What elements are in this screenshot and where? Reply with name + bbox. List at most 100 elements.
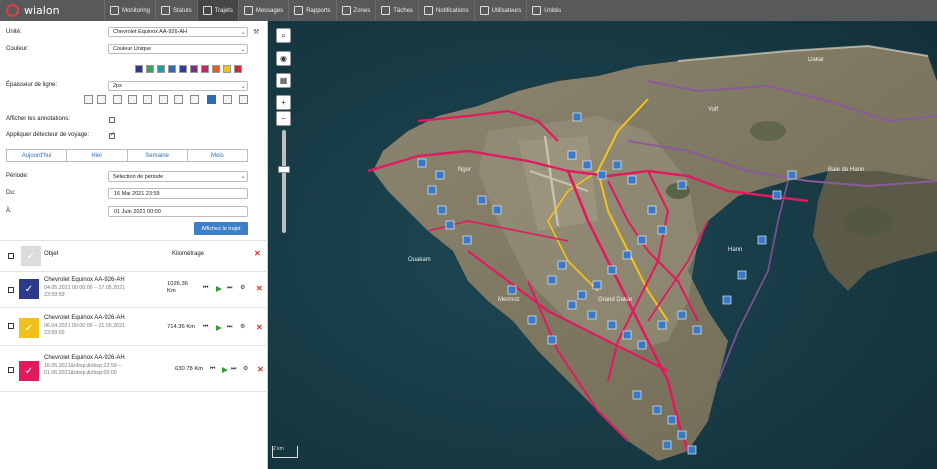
parking-marker-icon[interactable] xyxy=(652,405,662,415)
parking-marker-icon[interactable] xyxy=(657,225,667,235)
parking-marker-icon[interactable] xyxy=(622,330,632,340)
parking-marker-icon[interactable] xyxy=(737,270,747,280)
expand-toggle[interactable] xyxy=(8,287,14,293)
parking-marker-icon[interactable] xyxy=(677,180,687,190)
color-swatch[interactable] xyxy=(168,65,176,73)
video-icon[interactable] xyxy=(239,95,248,104)
track-color-checkbox[interactable]: ✓ xyxy=(19,279,39,299)
parking-marker-icon[interactable] xyxy=(577,290,587,300)
color-swatch[interactable] xyxy=(146,65,154,73)
nav-rapports[interactable]: Rapports xyxy=(288,0,335,21)
image-icon[interactable] xyxy=(174,95,183,104)
parking-marker-icon[interactable] xyxy=(572,112,582,122)
flags-icon[interactable] xyxy=(97,95,106,104)
tab-yesterday[interactable]: Hier xyxy=(66,149,128,162)
color-swatch[interactable] xyxy=(212,65,220,73)
zoom-slider-handle[interactable] xyxy=(278,166,290,173)
parking-marker-icon[interactable] xyxy=(612,160,622,170)
parking-marker-icon[interactable] xyxy=(627,175,637,185)
globe-icon[interactable] xyxy=(223,95,232,104)
select-all-checkbox[interactable]: ✓ xyxy=(21,246,41,266)
line-width-select[interactable]: 2px ⌄ xyxy=(108,81,248,91)
nav-zones[interactable]: Zones xyxy=(335,0,376,21)
delete-track-icon[interactable]: ✕ xyxy=(256,323,263,332)
parking-marker-icon[interactable] xyxy=(647,205,657,215)
parking-marker-icon[interactable] xyxy=(637,235,647,245)
parking-marker-icon[interactable] xyxy=(677,310,687,320)
parking-marker-icon[interactable] xyxy=(667,415,677,425)
parking-marker-icon[interactable] xyxy=(607,320,617,330)
show-track-button[interactable]: Affichez le trajet xyxy=(194,222,248,235)
document-icon[interactable] xyxy=(143,95,152,104)
rewind-icon[interactable]: ⏮ xyxy=(203,324,208,331)
expand-toggle[interactable] xyxy=(8,367,14,373)
delete-track-icon[interactable]: ✕ xyxy=(257,365,264,374)
nav-trajets[interactable]: Trajets xyxy=(196,0,238,21)
parking-marker-icon[interactable] xyxy=(607,265,617,275)
delete-track-icon[interactable]: ✕ xyxy=(256,284,263,293)
nav-messages[interactable]: Messages xyxy=(237,0,288,21)
parking-marker-icon[interactable] xyxy=(622,250,632,260)
map-type-icon[interactable]: ▦ xyxy=(276,73,291,88)
color-swatch[interactable] xyxy=(179,65,187,73)
parking-marker-icon[interactable] xyxy=(657,320,667,330)
parking-marker-icon[interactable] xyxy=(637,340,647,350)
parking-marker-icon[interactable] xyxy=(492,205,502,215)
parking-marker-icon[interactable] xyxy=(787,170,797,180)
nav-utilisateurs[interactable]: Utilisateurs xyxy=(473,0,527,21)
rewind-icon[interactable]: ⏮ xyxy=(203,285,208,292)
forward-icon[interactable]: ⏭ xyxy=(227,285,232,292)
parking-marker-icon[interactable] xyxy=(547,335,557,345)
zoom-slider-track[interactable] xyxy=(282,130,286,233)
parking-marker-icon[interactable] xyxy=(757,235,767,245)
parking-marker-icon[interactable] xyxy=(437,205,447,215)
document-icon[interactable] xyxy=(128,95,137,104)
track-color-checkbox[interactable]: ✓ xyxy=(19,318,39,338)
search-icon[interactable]: ⌕ xyxy=(276,28,291,43)
parking-marker-icon[interactable] xyxy=(587,310,597,320)
satellite-map[interactable]: Dakar Yoff Ngor Ouakam Mermoz Grand Daka… xyxy=(268,21,937,469)
unit-select[interactable]: Chevrolet Equinox AA-926-AH ⌄ xyxy=(108,27,248,37)
period-select[interactable]: Sélection de période ⌄ xyxy=(108,171,248,182)
parking-marker-icon[interactable] xyxy=(547,275,557,285)
tab-today[interactable]: Aujourd'hui xyxy=(6,149,68,162)
parking-marker-icon[interactable] xyxy=(567,300,577,310)
tab-week[interactable]: Semaine xyxy=(126,149,188,162)
layers-icon[interactable]: ◉ xyxy=(276,51,291,66)
parking-marker-icon[interactable] xyxy=(772,190,782,200)
expand-toggle[interactable] xyxy=(8,323,14,329)
nav-unites[interactable]: Unités xyxy=(526,0,566,21)
parking-marker-icon[interactable] xyxy=(677,430,687,440)
parking-marker-icon[interactable] xyxy=(462,235,472,245)
color-swatch[interactable] xyxy=(190,65,198,73)
forward-icon[interactable]: ⏭ xyxy=(227,324,232,331)
wialon-logo[interactable]: wialon xyxy=(0,0,100,21)
parking-marker-icon[interactable] xyxy=(477,195,487,205)
color-select[interactable]: Couleur Unique ⌄ xyxy=(108,44,248,54)
parking-marker-icon[interactable] xyxy=(582,160,592,170)
parking-icon[interactable] xyxy=(207,95,216,104)
parking-marker-icon[interactable] xyxy=(687,445,697,455)
track-option-icon[interactable] xyxy=(84,95,93,104)
settings-icon[interactable]: ⚙ xyxy=(240,284,245,291)
parking-marker-icon[interactable] xyxy=(417,158,427,168)
parking-marker-icon[interactable] xyxy=(445,220,455,230)
color-swatch[interactable] xyxy=(157,65,165,73)
zoom-in-button[interactable]: + xyxy=(276,95,291,110)
parking-marker-icon[interactable] xyxy=(567,150,577,160)
tab-month[interactable]: Mois xyxy=(186,149,248,162)
play-icon[interactable] xyxy=(216,286,222,292)
parking-marker-icon[interactable] xyxy=(692,325,702,335)
play-icon[interactable] xyxy=(216,325,222,331)
color-swatch[interactable] xyxy=(201,65,209,73)
track-option-icon[interactable] xyxy=(113,95,122,104)
track-color-checkbox[interactable]: ✓ xyxy=(19,361,39,381)
parking-marker-icon[interactable] xyxy=(527,315,537,325)
rewind-icon[interactable]: ⏮ xyxy=(210,366,215,373)
from-date-input[interactable]: 16 Mai 2021 23:59 xyxy=(108,188,248,199)
play-icon[interactable] xyxy=(222,367,228,373)
wrench-icon[interactable]: ⚒ xyxy=(253,28,259,36)
parking-marker-icon[interactable] xyxy=(632,390,642,400)
parking-marker-icon[interactable] xyxy=(597,170,607,180)
color-swatch[interactable] xyxy=(135,65,143,73)
